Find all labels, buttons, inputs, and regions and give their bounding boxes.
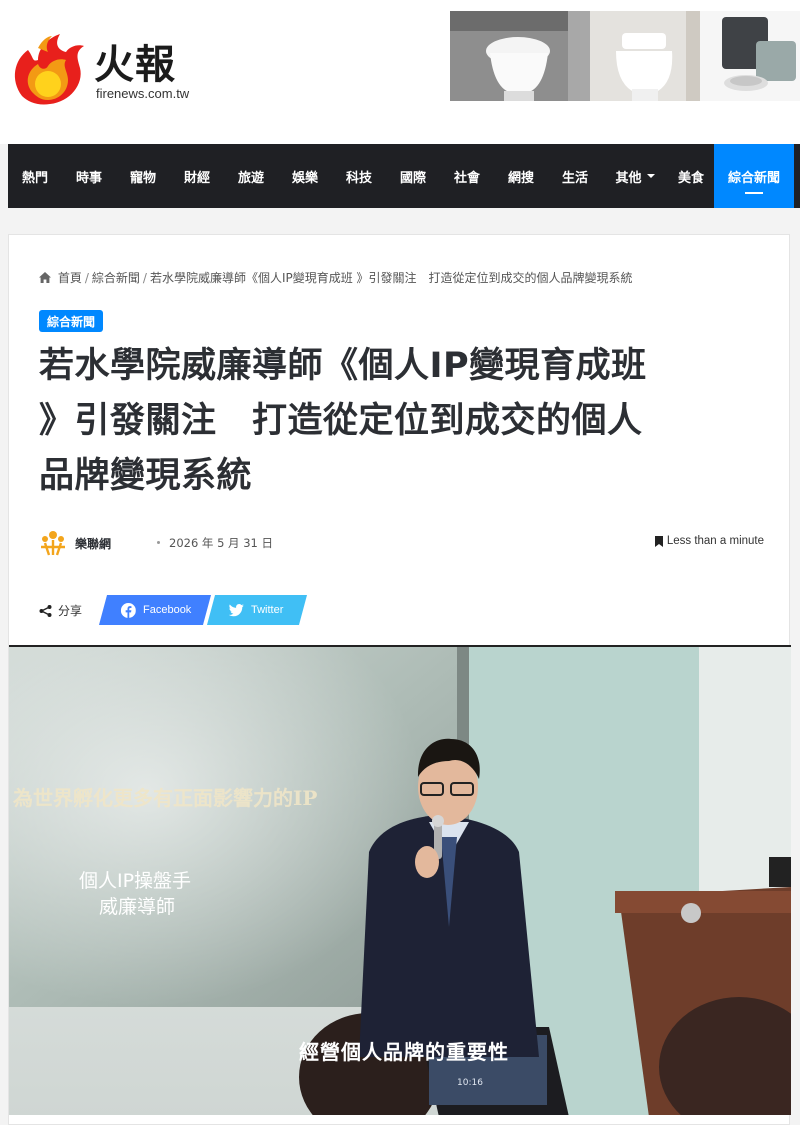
nav-item-finance[interactable]: 財經 (170, 144, 224, 208)
hero-photo: 為世界孵化更多有正面影響力的IP 個人IP操盤手 威廉導師 經營個人品牌的重要性… (9, 647, 791, 1115)
hero-image[interactable]: 為世界孵化更多有正面影響力的IP 個人IP操盤手 威廉導師 經營個人品牌的重要性… (9, 645, 791, 1115)
author-name[interactable]: 樂聯網 (75, 535, 111, 552)
slide-caption: 為世界孵化更多有正面影響力的IP (13, 786, 317, 810)
article-card: 首頁 / 綜合新聞 / 若水學院威廉導師《個人IP變現育成班 》引發關注 打造從定位到成… (8, 234, 791, 1125)
site-header: 火報 firenews.com.tw (0, 0, 800, 144)
nav-item-hot[interactable]: 熱門 (8, 144, 62, 208)
nav-item-food[interactable]: 美食 (668, 144, 714, 208)
breadcrumb-current: 若水學院威廉導師《個人IP變現育成班 》引發關注 打造從定位到成交的個人品牌變現… (149, 271, 633, 285)
slide-name: 威廉導師 (99, 896, 175, 918)
share-row: 分享 Facebook Twitter (39, 595, 439, 627)
nav-item-general-news[interactable]: 綜合新聞 (714, 144, 794, 208)
nav-item-pets[interactable]: 寵物 (116, 144, 170, 208)
breadcrumb: 首頁 / 綜合新聞 / 若水學院威廉導師《個人IP變現育成班 》引發關注 打造從定位到成… (39, 269, 633, 286)
category-badge[interactable]: 綜合新聞 (39, 310, 104, 332)
article-meta: 樂聯網 2026 年 5 月 31 日 Less than a minute (39, 525, 764, 561)
facebook-share-button[interactable]: Facebook (98, 595, 212, 625)
main-nav: 熱門 時事 寵物 財經 旅遊 娛樂 科技 國際 社會 網搜 生活 其他 美食 綜… (8, 144, 800, 208)
twitter-share-button[interactable]: Twitter (206, 595, 308, 625)
nav-item-travel[interactable]: 旅遊 (224, 144, 278, 208)
home-icon (39, 272, 51, 283)
ad-banner-image (450, 11, 800, 101)
breadcrumb-category[interactable]: 綜合新聞 (92, 271, 140, 285)
laptop-time: 10:16 (457, 1078, 483, 1088)
facebook-icon (121, 602, 136, 618)
share-icon (39, 604, 52, 617)
nav-item-others-label: 其他 (615, 170, 642, 186)
breadcrumb-separator: / (142, 271, 147, 285)
read-time: Less than a minute (654, 535, 764, 547)
facebook-share-label: Facebook (143, 604, 192, 616)
breadcrumb-separator: / (84, 271, 89, 285)
chevron-down-icon (646, 174, 655, 178)
title-line-1: 若水學院威廉導師《個人IP變現育成班 (39, 346, 647, 386)
publish-date: 2026 年 5 月 31 日 (169, 536, 273, 550)
slide-role: 個人IP操盤手 (79, 870, 191, 892)
twitter-icon (229, 603, 244, 616)
meta-separator (157, 541, 160, 544)
logo-wordmark: 火報 (94, 42, 176, 88)
video-subtitle: 經營個人品牌的重要性 (299, 1040, 509, 1064)
article-title: 若水學院威廉導師《個人IP變現育成班 》引發關注 打造從定位到成交的個人 品牌變… (39, 339, 769, 504)
nav-item-tech[interactable]: 科技 (332, 144, 386, 208)
ad-banner[interactable] (450, 11, 800, 101)
bookmark-icon (654, 535, 663, 547)
site-logo[interactable]: 火報 firenews.com.tw (8, 28, 190, 108)
read-time-label: Less than a minute (666, 535, 764, 547)
nav-item-others[interactable]: 其他 (602, 144, 668, 208)
nav-item-society[interactable]: 社會 (440, 144, 494, 208)
nav-item-entertainment[interactable]: 娛樂 (278, 144, 332, 208)
breadcrumb-home[interactable]: 首頁 (58, 271, 82, 285)
nav-item-international[interactable]: 國際 (386, 144, 440, 208)
title-line-3: 品牌變現系統 (39, 456, 253, 496)
title-line-2: 》引發關注 打造從定位到成交的個人 (39, 401, 643, 441)
nav-item-current-affairs[interactable]: 時事 (62, 144, 116, 208)
nav-item-web-search[interactable]: 網搜 (494, 144, 548, 208)
nav-item-life[interactable]: 生活 (548, 144, 602, 208)
share-label-text: 分享 (58, 604, 83, 618)
twitter-share-label: Twitter (251, 604, 284, 616)
logo-domain: firenews.com.tw (96, 86, 190, 101)
share-label: 分享 (39, 602, 82, 619)
author-avatar[interactable] (39, 529, 67, 557)
flame-logo-icon (14, 34, 85, 105)
